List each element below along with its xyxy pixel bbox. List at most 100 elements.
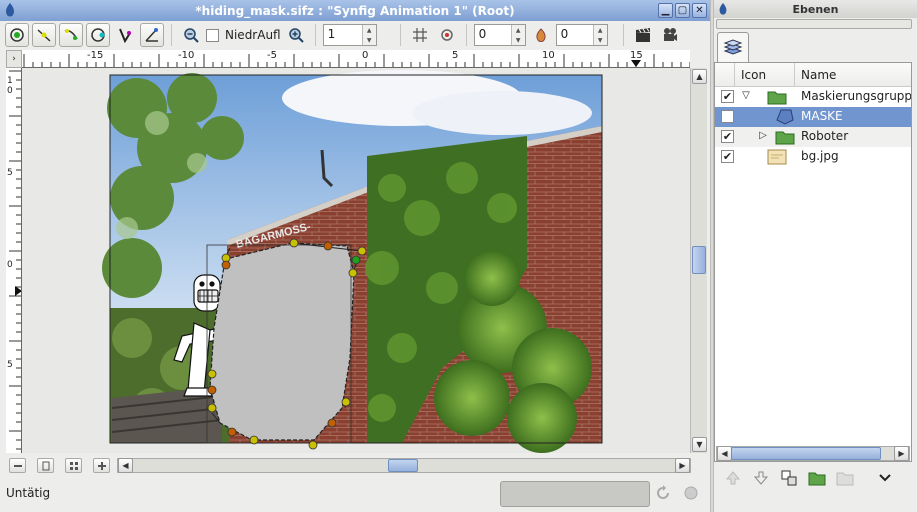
image-file-icon xyxy=(767,149,787,165)
frame-start-value[interactable]: 0 xyxy=(475,25,511,45)
scroll-left-button[interactable]: ◀ xyxy=(717,446,732,461)
status-text: Untätig xyxy=(6,486,51,500)
frame-end-spinner[interactable]: 0 ▲ ▼ xyxy=(555,24,608,46)
ruler-label: 0 xyxy=(362,50,369,61)
pixel-size-value[interactable]: 1 xyxy=(324,25,362,45)
previous-keyframe-button[interactable] xyxy=(37,458,54,473)
angle-icon xyxy=(145,28,158,42)
add-button[interactable] xyxy=(93,458,110,473)
layer-visibility-checkbox[interactable]: ✔ xyxy=(721,150,734,163)
width-tool-button[interactable] xyxy=(113,23,137,47)
frame-start-spinner[interactable]: 0 ▲ ▼ xyxy=(473,24,526,46)
spin-up-icon[interactable]: ▲ xyxy=(363,25,376,35)
frame-end-value[interactable]: 0 xyxy=(557,25,593,45)
scroll-right-button[interactable]: ▶ xyxy=(894,446,909,461)
panel-top-scrollbar[interactable] xyxy=(716,19,912,29)
duplicate-layer-button[interactable] xyxy=(778,467,800,489)
scroll-left-button[interactable]: ◀ xyxy=(118,458,133,473)
scroll-up-button[interactable]: ▲ xyxy=(692,69,707,84)
width-icon xyxy=(119,28,131,43)
minimize-button[interactable]: ▁ xyxy=(658,3,673,18)
status-bar: Untätig xyxy=(0,480,710,508)
spin-down-icon[interactable]: ▼ xyxy=(363,35,376,45)
spin-up-icon[interactable]: ▲ xyxy=(594,25,607,35)
layer-row-bg-jpg[interactable]: ✔ bg.jpg xyxy=(715,147,911,167)
spin-up-icon[interactable]: ▲ xyxy=(512,25,525,35)
zoom-out-button[interactable] xyxy=(179,23,203,47)
layer-name: MASKE xyxy=(801,109,843,123)
tangent-tool-button[interactable] xyxy=(59,23,83,47)
layer-visibility-checkbox[interactable]: ✔ xyxy=(721,130,734,143)
duplicate-icon xyxy=(781,470,797,486)
pixel-size-spinner[interactable]: 1 ▲ ▼ xyxy=(322,24,377,46)
grid-icon xyxy=(412,28,427,42)
collapse-triangle-icon[interactable]: ▽ xyxy=(740,90,752,101)
transform-tool-button[interactable] xyxy=(5,23,29,47)
toolbar-separator xyxy=(171,24,172,46)
ruler-position-marker-icon xyxy=(15,286,21,296)
toolbar-separator xyxy=(399,24,401,46)
expand-triangle-icon[interactable]: ▷ xyxy=(757,130,769,141)
icon-column-header[interactable]: Icon xyxy=(735,63,795,86)
camera-icon xyxy=(663,28,677,41)
folder-icon xyxy=(775,131,795,145)
layer-row-maskierungsgruppe[interactable]: ✔ ▽ Maskierungsgrupp xyxy=(715,87,911,107)
refresh-icon[interactable] xyxy=(655,485,671,501)
toolbar-separator xyxy=(465,24,467,46)
horizontal-scroll-thumb[interactable] xyxy=(388,459,418,472)
render-progress-bar xyxy=(500,481,650,507)
close-button[interactable]: ✕ xyxy=(692,3,707,18)
plus-icon xyxy=(97,461,106,470)
raise-layer-button[interactable] xyxy=(722,467,744,489)
ruler-label: 1 xyxy=(7,76,13,86)
vertex-tool-button[interactable] xyxy=(32,23,56,47)
grid-small-icon xyxy=(69,461,78,470)
ungroup-layer-button[interactable] xyxy=(834,467,856,489)
low-res-checkbox[interactable] xyxy=(206,28,219,42)
radius-tool-button[interactable] xyxy=(86,23,110,47)
canvas-horizontal-scrollbar[interactable]: ◀ ▶ xyxy=(117,458,691,473)
radius-icon xyxy=(91,28,105,42)
ruler-label: 5 xyxy=(452,50,459,61)
canvas-workarea[interactable]: BAGARMOSS- xyxy=(22,68,690,453)
zoom-fit-button[interactable] xyxy=(9,458,26,473)
ruler-menu-button[interactable]: › xyxy=(6,50,22,68)
layer-visibility-checkbox[interactable]: ✔ xyxy=(721,110,734,123)
canvas-vertical-scrollbar[interactable]: ▲ ▼ xyxy=(690,68,707,453)
ruler-label: -5 xyxy=(267,50,277,61)
layer-row-roboter[interactable]: ✔ ▷ Roboter xyxy=(715,127,911,147)
scroll-right-button[interactable]: ▶ xyxy=(675,458,690,473)
canvas-drawing[interactable]: BAGARMOSS- xyxy=(22,68,690,453)
vertical-scroll-thumb[interactable] xyxy=(692,246,706,274)
spin-down-icon[interactable]: ▼ xyxy=(512,35,525,45)
grid-view-button[interactable] xyxy=(65,458,82,473)
more-actions-button[interactable] xyxy=(874,467,896,489)
scroll-down-button[interactable]: ▼ xyxy=(692,437,707,452)
preview-button[interactable] xyxy=(658,23,682,47)
synfig-logo-icon xyxy=(719,3,727,15)
render-button[interactable] xyxy=(631,23,655,47)
layer-visibility-checkbox[interactable]: ✔ xyxy=(721,90,734,103)
layer-name: Maskierungsgrupp xyxy=(801,89,912,103)
main-title-bar[interactable]: *hiding_mask.sifz : "Synfig Animation 1"… xyxy=(0,0,710,21)
layers-scroll-thumb[interactable] xyxy=(731,447,881,460)
onion-past-button[interactable] xyxy=(435,23,459,47)
layers-title-bar[interactable]: Ebenen xyxy=(714,0,917,18)
name-column-header[interactable]: Name xyxy=(795,68,911,82)
target-snap-icon xyxy=(440,29,453,41)
lower-layer-button[interactable] xyxy=(750,467,772,489)
ruler-label: 5 xyxy=(7,168,13,178)
zoom-in-button[interactable] xyxy=(284,23,308,47)
layers-actions-bar xyxy=(716,466,912,490)
layers-list[interactable]: Icon Name ✔ ▽ Maskierungsgrupp ✔ MASKE ✔… xyxy=(714,62,912,462)
onion-skin-button[interactable] xyxy=(529,23,553,47)
group-layer-button[interactable] xyxy=(806,467,828,489)
layer-row-maske[interactable]: ✔ MASKE xyxy=(715,107,911,127)
angle-tool-button[interactable] xyxy=(140,23,164,47)
spin-down-icon[interactable]: ▼ xyxy=(594,35,607,45)
tab-layers[interactable] xyxy=(717,32,749,62)
layers-horizontal-scrollbar[interactable]: ◀ ▶ xyxy=(716,446,910,461)
stop-icon[interactable] xyxy=(683,485,699,501)
maximize-button[interactable]: ▢ xyxy=(675,3,690,18)
toggle-grid-button[interactable] xyxy=(408,23,432,47)
